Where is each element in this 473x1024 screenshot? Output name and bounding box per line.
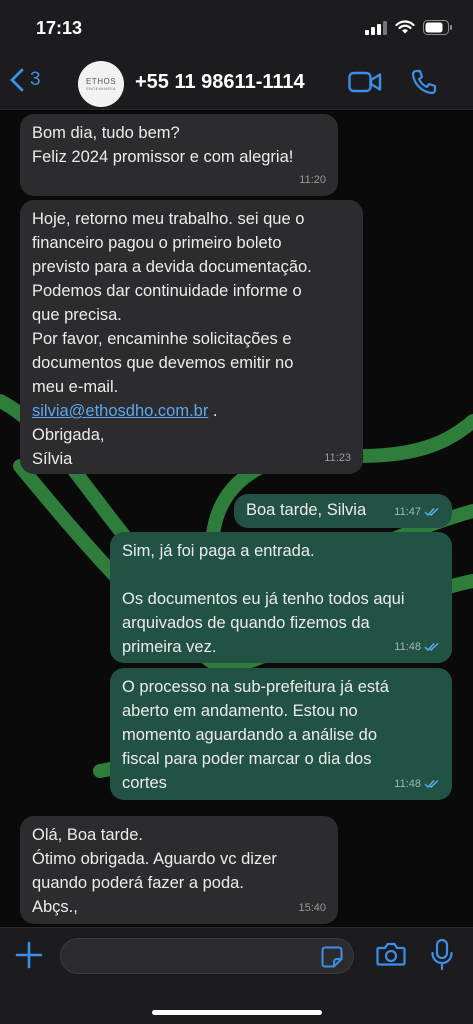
message-time: 11:20 — [299, 174, 326, 186]
message-meta: 11:23 — [324, 446, 351, 470]
microphone-icon — [431, 938, 453, 971]
back-button[interactable]: 3 — [10, 68, 41, 92]
message-line: Feliz 2024 promissor e com alegria! — [32, 148, 294, 166]
status-bar: 17:13 — [0, 0, 473, 58]
message-meta: 11:47 — [394, 500, 440, 524]
message-link-line: silvia@ethosdho.com.br . — [32, 399, 351, 423]
message-time: 11:48 — [394, 641, 421, 653]
message-input[interactable] — [60, 938, 354, 974]
message-text: Olá, Boa tarde. Ótimo obrigada. Aguardo … — [32, 826, 277, 916]
email-link[interactable]: silvia@ethosdho.com.br — [32, 402, 208, 420]
message-time: 11:47 — [394, 506, 421, 518]
double-check-icon — [424, 507, 439, 517]
message-text: O processo na sub-prefeitura já está abe… — [122, 678, 389, 792]
message-time: 11:23 — [324, 452, 351, 464]
camera-button[interactable] — [376, 941, 406, 972]
chat-area[interactable]: Bom dia, tudo bem? Feliz 2024 promissor … — [0, 111, 473, 927]
signal-icon — [365, 20, 387, 35]
avatar[interactable]: ETHOS ENGENHARIA — [78, 61, 124, 107]
message-meta: 11:48 — [394, 772, 440, 796]
back-count: 3 — [30, 69, 41, 90]
message-bubble[interactable]: Hoje, retorno meu trabalho. sei que o fi… — [20, 200, 363, 474]
message-text: Obrigada, Sílvia — [32, 426, 105, 468]
message-meta: 11:48 — [394, 635, 440, 659]
avatar-brand: ETHOS — [85, 77, 117, 86]
message-time: 11:48 — [394, 778, 421, 790]
wifi-icon — [395, 20, 415, 34]
video-camera-icon — [348, 71, 382, 93]
message-bubble[interactable]: Boa tarde, Silvia 11:47 — [234, 494, 452, 528]
contact-name[interactable]: +55 11 98611-1114 — [135, 71, 305, 94]
message-bubble[interactable]: Olá, Boa tarde. Ótimo obrigada. Aguardo … — [20, 816, 338, 924]
double-check-icon — [424, 642, 439, 652]
voice-call-button[interactable] — [410, 68, 438, 101]
avatar-sub: ENGENHARIA — [86, 86, 116, 91]
message-meta: 11:20 — [299, 168, 326, 192]
message-bubble[interactable]: Sim, já foi paga a entrada. Os documento… — [110, 532, 452, 663]
link-suffix: . — [208, 402, 218, 420]
message-bubble[interactable]: O processo na sub-prefeitura já está abe… — [110, 668, 452, 800]
sticker-icon — [321, 946, 343, 968]
message-text: Hoje, retorno meu trabalho. sei que o fi… — [32, 210, 312, 396]
chevron-left-icon — [10, 68, 24, 92]
message-text: Sim, já foi paga a entrada. Os documento… — [122, 542, 405, 656]
input-bar — [0, 927, 473, 1024]
plus-icon — [15, 941, 43, 969]
status-time: 17:13 — [36, 18, 83, 38]
chat-header: 3 ETHOS ENGENHARIA +55 11 98611-1114 — [0, 58, 473, 110]
microphone-button[interactable] — [430, 938, 454, 977]
camera-icon — [376, 942, 406, 966]
video-call-button[interactable] — [348, 70, 382, 99]
sticker-button[interactable] — [321, 946, 343, 973]
double-check-icon — [424, 779, 439, 789]
message-meta: 15:40 — [298, 896, 326, 920]
message-time: 15:40 — [298, 902, 326, 914]
status-icons — [365, 20, 453, 35]
message-line: Bom dia, tudo bem? — [32, 124, 180, 142]
battery-icon — [423, 20, 452, 35]
attach-button[interactable] — [14, 940, 44, 975]
message-bubble[interactable]: Bom dia, tudo bem? Feliz 2024 promissor … — [20, 114, 338, 196]
home-indicator — [152, 1010, 322, 1015]
phone-icon — [411, 69, 437, 95]
